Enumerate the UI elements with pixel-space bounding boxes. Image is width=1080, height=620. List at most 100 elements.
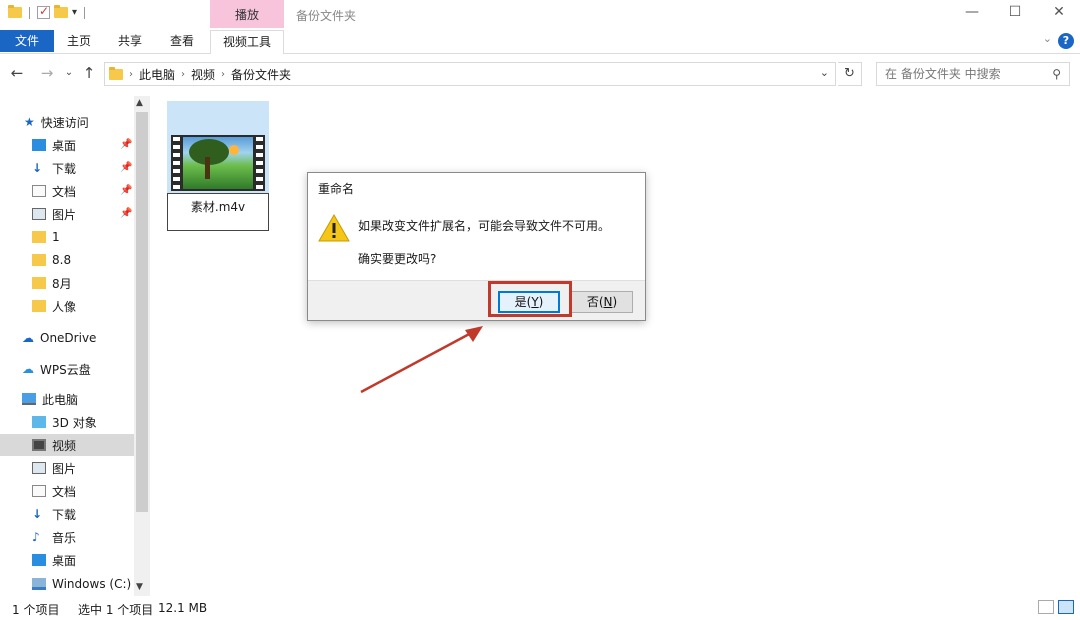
dialog-message: 如果改变文件扩展名，可能会导致文件不可用。 — [358, 219, 611, 233]
breadcrumb-videos[interactable]: 视频 — [191, 66, 215, 83]
window-title: 备份文件夹 — [296, 9, 357, 23]
folder-icon — [109, 66, 123, 80]
sidebar-item-downloads-pc[interactable]: ↓ 下载 — [32, 503, 166, 525]
sidebar-item-folder-1[interactable]: 1 — [32, 226, 166, 248]
annotation-arrow-icon — [360, 326, 483, 394]
folder-icon — [32, 277, 46, 289]
pin-icon[interactable]: 📌 — [120, 208, 132, 219]
sidebar-item-label: WPS云盘 — [40, 362, 91, 377]
sidebar-item-onedrive[interactable]: ☁ OneDrive — [22, 327, 156, 349]
sidebar-item-music[interactable]: ♪ 音乐 — [32, 526, 166, 548]
close-button[interactable]: ✕ — [1049, 4, 1069, 20]
sidebar-item-label: 下载 — [52, 507, 77, 522]
status-bar: 1 个项目 选中 1 个项目 12.1 MB — [0, 597, 1080, 620]
chevron-right-icon[interactable]: › — [221, 69, 225, 80]
music-icon: ♪ — [32, 530, 40, 544]
rename-input[interactable]: 素材.m4v — [167, 193, 269, 231]
file-thumbnail[interactable] — [167, 101, 269, 193]
maximize-button[interactable]: ☐ — [1005, 4, 1025, 20]
tab-video-tools[interactable]: 视频工具 — [210, 30, 284, 54]
sidebar-item-label: 视频 — [52, 438, 77, 453]
sidebar-item-label: 快速访问 — [40, 115, 89, 130]
sidebar-item-label: 此电脑 — [42, 392, 79, 407]
address-bar[interactable]: › 此电脑 › 视频 › 备份文件夹 ⌄ — [104, 62, 836, 86]
folder-icon — [32, 231, 46, 243]
customize-dropdown-icon[interactable]: ▾ — [72, 7, 77, 18]
sidebar-item-documents[interactable]: 文档 — [32, 180, 166, 202]
properties-icon[interactable] — [37, 4, 50, 19]
sidebar-item-videos[interactable]: 视频 — [0, 434, 134, 456]
no-button[interactable]: 否(N) — [571, 291, 633, 313]
computer-icon — [22, 393, 36, 405]
sidebar-item-wps-cloud[interactable]: ☁ WPS云盘 — [22, 358, 156, 380]
sidebar-item-label: 图片 — [52, 461, 77, 476]
folder-icon — [8, 5, 22, 18]
cloud-icon: ☁ — [22, 362, 34, 376]
breadcrumb-this-pc[interactable]: 此电脑 — [139, 66, 175, 83]
sidebar-item-label: 文档 — [52, 184, 77, 199]
sidebar-item-label: 8.8 — [52, 253, 72, 267]
selection-size: 12.1 MB — [158, 601, 208, 615]
minimize-button[interactable]: — — [962, 4, 982, 20]
recent-locations-icon[interactable]: ⌄ — [60, 67, 78, 78]
sidebar-item-label: 8月 — [52, 276, 72, 291]
search-placeholder: 在 备份文件夹 中搜索 — [885, 67, 1001, 81]
navigation-pane: ★ 快速访问 桌面 📌 ↓ 下载 📌 文档 📌 图片 📌 1 8.8 8月 人像… — [0, 96, 150, 596]
sidebar-item-desktop[interactable]: 桌面 — [32, 134, 166, 156]
chevron-right-icon[interactable]: › — [129, 69, 133, 80]
pin-icon[interactable]: 📌 — [120, 139, 132, 150]
cube-icon — [32, 416, 46, 428]
sidebar-item-pictures-pc[interactable]: 图片 — [32, 457, 166, 479]
tab-share[interactable]: 共享 — [118, 30, 142, 52]
large-icons-view-icon[interactable] — [1058, 600, 1074, 614]
search-icon: ⚲ — [1052, 67, 1061, 81]
details-view-icon[interactable] — [1038, 600, 1054, 614]
chevron-right-icon[interactable]: › — [181, 69, 185, 80]
sidebar-item-folder-8-8[interactable]: 8.8 — [32, 249, 166, 271]
document-icon — [32, 485, 46, 497]
pin-icon[interactable]: 📌 — [120, 162, 132, 173]
dialog-question: 确实要更改吗? — [358, 252, 437, 266]
chevron-down-icon[interactable]: ⌄ — [820, 66, 829, 79]
sidebar-item-folder-august[interactable]: 8月 — [32, 272, 166, 294]
breadcrumb-backup-folder[interactable]: 备份文件夹 — [231, 66, 291, 83]
divider — [29, 6, 30, 19]
folder-icon — [32, 300, 46, 312]
help-icon[interactable]: ? — [1058, 33, 1074, 49]
download-icon: ↓ — [32, 161, 43, 175]
refresh-icon[interactable]: ↻ — [838, 62, 862, 86]
selection-count: 选中 1 个项目 — [78, 603, 154, 617]
video-icon — [32, 439, 46, 451]
new-folder-icon[interactable] — [54, 5, 68, 18]
tab-home[interactable]: 主页 — [67, 30, 91, 52]
sidebar-item-folder-portrait[interactable]: 人像 — [32, 295, 166, 317]
pin-icon[interactable]: 📌 — [120, 185, 132, 196]
forward-arrow-icon[interactable]: → — [38, 64, 56, 82]
title-bar: ▾ 播放 备份文件夹 — ☐ ✕ — [0, 0, 1080, 30]
tab-file[interactable]: 文件 — [0, 30, 54, 52]
sidebar-item-quick-access[interactable]: ★ 快速访问 — [24, 111, 158, 133]
rename-dialog: 重命名 如果改变文件扩展名，可能会导致文件不可用。 确实要更改吗? 是(Y) 否… — [307, 172, 646, 321]
drive-icon — [32, 578, 46, 590]
tab-view[interactable]: 查看 — [170, 30, 194, 52]
file-item[interactable]: 素材.m4v — [167, 101, 269, 231]
expand-ribbon-icon[interactable]: ⌄ — [1043, 32, 1052, 45]
navigation-bar: ← → ⌄ ↑ › 此电脑 › 视频 › 备份文件夹 ⌄ ↻ 在 备份文件夹 中… — [0, 58, 1080, 90]
sidebar-item-label: 桌面 — [52, 553, 77, 568]
sidebar-item-label: 3D 对象 — [52, 415, 97, 430]
sidebar-item-label: 音乐 — [52, 530, 77, 545]
context-tab-group-label: 播放 — [210, 0, 284, 28]
sidebar-item-pictures[interactable]: 图片 — [32, 203, 166, 225]
sidebar-item-label: Windows (C:) — [52, 577, 132, 591]
back-arrow-icon[interactable]: ← — [8, 64, 26, 82]
star-icon: ★ — [24, 115, 35, 129]
up-arrow-icon[interactable]: ↑ — [80, 64, 98, 82]
sidebar-item-desktop-pc[interactable]: 桌面 — [32, 549, 166, 571]
sidebar-item-documents-pc[interactable]: 文档 — [32, 480, 166, 502]
sidebar-item-drive-c[interactable]: Windows (C:) — [32, 573, 166, 595]
desktop-icon — [32, 554, 46, 566]
sidebar-item-downloads[interactable]: ↓ 下载 — [32, 157, 166, 179]
sidebar-item-3d-objects[interactable]: 3D 对象 — [32, 411, 166, 433]
search-input[interactable]: 在 备份文件夹 中搜索 ⚲ — [876, 62, 1070, 86]
sidebar-item-this-pc[interactable]: 此电脑 — [22, 388, 156, 410]
